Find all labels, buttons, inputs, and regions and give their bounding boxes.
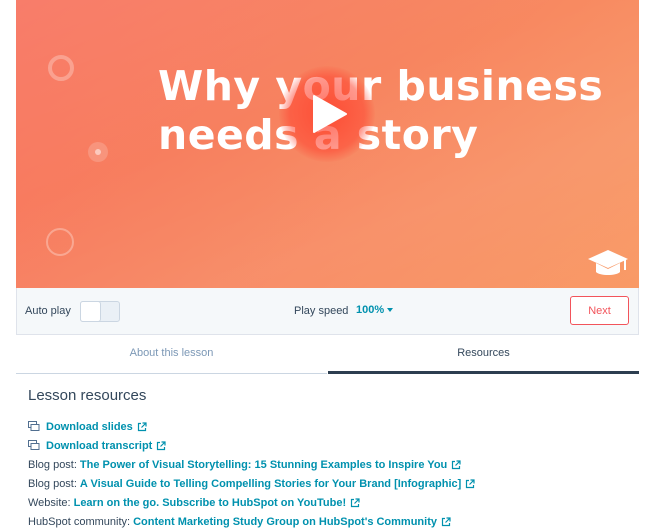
resource-link[interactable]: Learn on the go. Subscribe to HubSpot on… bbox=[74, 497, 347, 509]
resource-link[interactable]: The Power of Visual Storytelling: 15 Stu… bbox=[80, 459, 447, 471]
graduation-cap-icon bbox=[586, 248, 630, 285]
list-item: Download transcript bbox=[28, 436, 639, 455]
resource-link[interactable]: Content Marketing Study Group on HubSpot… bbox=[133, 516, 437, 528]
resource-type-label: Blog post: bbox=[28, 477, 77, 490]
external-link-icon bbox=[465, 478, 475, 489]
tab-about-this-lesson[interactable]: About this lesson bbox=[16, 335, 327, 374]
chevron-down-icon bbox=[387, 308, 394, 313]
autoplay-label: Auto play bbox=[25, 305, 71, 317]
tab-resources[interactable]: Resources bbox=[328, 335, 639, 374]
external-link-icon bbox=[156, 440, 166, 451]
external-link-icon bbox=[441, 516, 451, 527]
external-link-icon bbox=[451, 459, 461, 470]
play-speed-label: Play speed bbox=[294, 305, 349, 317]
resource-type-label: Website: bbox=[28, 496, 71, 509]
resource-link[interactable]: A Visual Guide to Telling Compelling Sto… bbox=[80, 478, 461, 490]
download-icon bbox=[28, 440, 42, 451]
resources-panel: Lesson resources Download slides Downloa… bbox=[16, 373, 639, 531]
lesson-tabs: About this lesson Resources bbox=[16, 335, 639, 374]
play-button[interactable] bbox=[279, 66, 375, 162]
next-button[interactable]: Next bbox=[570, 296, 629, 325]
resource-type-label: Blog post: bbox=[28, 458, 77, 471]
headline-line-2: needs a story bbox=[158, 111, 479, 159]
download-slides-link[interactable]: Download slides bbox=[46, 421, 133, 433]
list-item: Blog post: The Power of Visual Storytell… bbox=[28, 455, 639, 474]
video-headline: Why your business needs a story bbox=[158, 62, 604, 160]
play-speed-dropdown[interactable]: 100% bbox=[356, 304, 394, 316]
decor-circle-icon bbox=[46, 228, 74, 256]
headline-line-1: Why your business bbox=[158, 62, 604, 110]
video-player[interactable]: Why your business needs a story bbox=[16, 0, 639, 288]
resources-title: Lesson resources bbox=[28, 387, 147, 404]
toggle-knob bbox=[80, 301, 101, 322]
lesson-container: Why your business needs a story Auto pla… bbox=[16, 0, 639, 531]
list-item: HubSpot community: Content Marketing Stu… bbox=[28, 512, 639, 531]
list-item: Blog post: A Visual Guide to Telling Com… bbox=[28, 474, 639, 493]
download-transcript-link[interactable]: Download transcript bbox=[46, 440, 152, 452]
decor-dot-icon bbox=[88, 142, 108, 162]
autoplay-toggle[interactable] bbox=[80, 301, 120, 322]
list-item: Download slides bbox=[28, 417, 639, 436]
external-link-icon bbox=[350, 497, 360, 508]
decor-ring-icon bbox=[48, 55, 74, 81]
play-speed-value: 100% bbox=[356, 304, 385, 316]
external-link-icon bbox=[137, 421, 147, 432]
list-item: Website: Learn on the go. Subscribe to H… bbox=[28, 493, 639, 512]
resource-type-label: HubSpot community: bbox=[28, 515, 131, 528]
play-icon bbox=[313, 95, 347, 133]
download-icon bbox=[28, 421, 42, 432]
player-controls: Auto play Play speed 100% Next bbox=[16, 288, 639, 335]
